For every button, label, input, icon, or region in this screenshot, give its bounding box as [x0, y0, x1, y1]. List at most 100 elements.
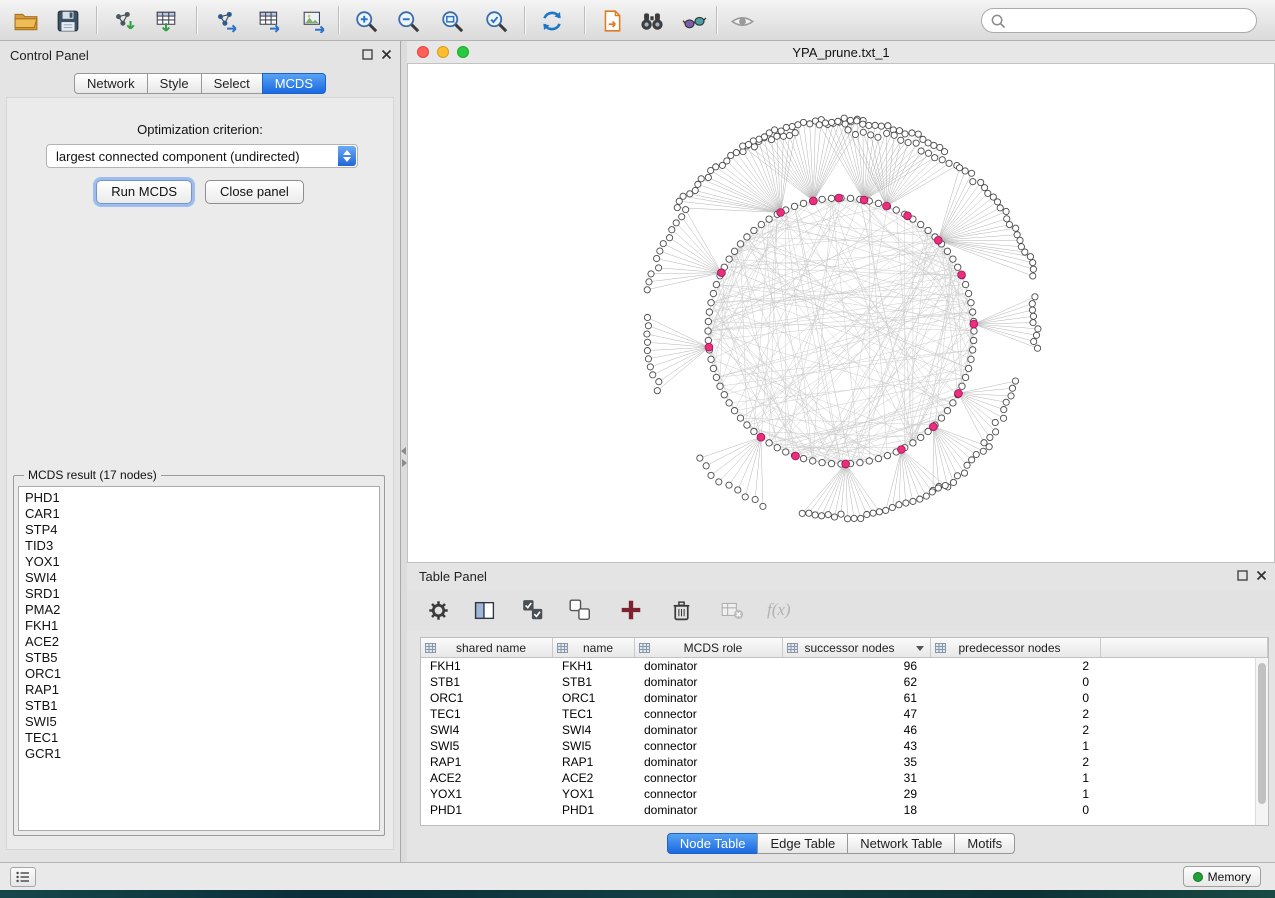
- memory-label: Memory: [1208, 870, 1251, 884]
- function-builder-button fx-icon: f(x): [767, 600, 791, 620]
- toolbar-separator: [196, 6, 197, 34]
- select-all-button checked-boxes-icon[interactable]: [521, 598, 545, 622]
- zoom-selected-button[interactable]: [482, 7, 510, 35]
- table-row[interactable]: PHD1PHD1dominator180: [421, 802, 1268, 818]
- mcds-result-item[interactable]: STB5: [25, 650, 379, 666]
- status-menu-button[interactable]: [10, 867, 36, 887]
- mcds-result-item[interactable]: PMA2: [25, 602, 379, 618]
- zoom-out-button[interactable]: [394, 7, 422, 35]
- table-row[interactable]: ACE2ACE2connector311: [421, 770, 1268, 786]
- table-settings-button gear-icon[interactable]: [427, 599, 450, 622]
- mcds-result-item[interactable]: ACE2: [25, 634, 379, 650]
- mcds-result-item[interactable]: TEC1: [25, 730, 379, 746]
- network-nodes[interactable]: [644, 115, 1041, 522]
- table-cell: ORC1: [553, 690, 635, 706]
- table-cell: SWI4: [421, 722, 553, 738]
- mcds-result-list[interactable]: PHD1CAR1STP4TID3YOX1SWI4SRD1PMA2FKH1ACE2…: [18, 486, 380, 831]
- export-network-button[interactable]: [212, 7, 240, 35]
- run-mcds-button[interactable]: Run MCDS: [96, 180, 192, 204]
- table-row[interactable]: FKH1FKH1dominator962: [421, 658, 1268, 674]
- save-session-button[interactable]: [54, 7, 82, 35]
- mcds-result-item[interactable]: YOX1: [25, 554, 379, 570]
- mcds-result-item[interactable]: CAR1: [25, 506, 379, 522]
- sort-caret-icon[interactable]: [916, 646, 924, 651]
- scrollbar-thumb[interactable]: [1258, 663, 1266, 804]
- table-panel-title: Table Panel: [419, 569, 487, 584]
- new-network-from-selection-button[interactable]: [598, 7, 626, 35]
- zoom-fit-button[interactable]: [438, 7, 466, 35]
- table-cell: 2: [931, 658, 1101, 674]
- optimization-dropdown[interactable]: largest connected component (undirected): [46, 144, 358, 168]
- mcds-result-item[interactable]: GCR1: [25, 746, 379, 762]
- table-row[interactable]: RAP1RAP1dominator352: [421, 754, 1268, 770]
- search-input[interactable]: [1011, 13, 1248, 28]
- search-icon: [990, 13, 1006, 29]
- tab-motifs[interactable]: Motifs: [954, 833, 1015, 854]
- table-row[interactable]: STB1STB1dominator620: [421, 674, 1268, 690]
- export-image-button[interactable]: [300, 7, 328, 35]
- mcds-result-item[interactable]: FKH1: [25, 618, 379, 634]
- mcds-result-item[interactable]: TID3: [25, 538, 379, 554]
- table-cell: 0: [931, 690, 1101, 706]
- table-cell: STB1: [553, 674, 635, 690]
- table-row[interactable]: YOX1YOX1connector291: [421, 786, 1268, 802]
- mcds-result-item[interactable]: SRD1: [25, 586, 379, 602]
- column-header-successor-nodes[interactable]: successor nodes: [783, 638, 931, 658]
- tab-mcds[interactable]: MCDS: [262, 73, 326, 94]
- filters-button[interactable]: [680, 7, 708, 35]
- create-column-button plus-icon[interactable]: [619, 598, 643, 622]
- table-row[interactable]: SWI5SWI5connector431: [421, 738, 1268, 754]
- close-panel-icon[interactable]: [381, 49, 392, 60]
- show-hide-button[interactable]: [728, 7, 756, 35]
- collapse-left-icon[interactable]: [401, 447, 406, 455]
- toolbar-separator: [338, 6, 339, 34]
- tab-select[interactable]: Select: [201, 73, 263, 94]
- deselect-all-button unchecked-boxes-icon[interactable]: [568, 598, 592, 622]
- float-panel-icon[interactable]: [1237, 570, 1248, 581]
- mcds-result-item[interactable]: STP4: [25, 522, 379, 538]
- find-button[interactable]: [638, 7, 666, 35]
- show-hide-columns-button columns-icon[interactable]: [473, 599, 496, 622]
- table-cell: 29: [783, 786, 931, 802]
- table-cell: PHD1: [553, 802, 635, 818]
- table-cell-filler: [1101, 658, 1268, 674]
- mcds-result-item[interactable]: ORC1: [25, 666, 379, 682]
- apply-layout-button[interactable]: [538, 7, 566, 35]
- table-cell: dominator: [635, 674, 783, 690]
- open-session-button[interactable]: [12, 7, 40, 35]
- search-box[interactable]: [981, 8, 1257, 33]
- tab-network-table[interactable]: Network Table: [847, 833, 955, 854]
- network-graph[interactable]: [408, 64, 1274, 562]
- network-canvas[interactable]: [407, 63, 1275, 563]
- import-network-button[interactable]: [110, 7, 138, 35]
- table-scrollbar[interactable]: [1255, 658, 1268, 825]
- zoom-in-button[interactable]: [352, 7, 380, 35]
- tab-style[interactable]: Style: [147, 73, 202, 94]
- table-cell: dominator: [635, 754, 783, 770]
- column-header-name[interactable]: name: [553, 638, 635, 658]
- float-panel-icon[interactable]: [362, 49, 373, 60]
- table-row[interactable]: SWI4SWI4dominator462: [421, 722, 1268, 738]
- delete-columns-button trash-icon[interactable]: [670, 599, 693, 622]
- mcds-result-item[interactable]: RAP1: [25, 682, 379, 698]
- table-cell: 35: [783, 754, 931, 770]
- mcds-result-item[interactable]: SWI5: [25, 714, 379, 730]
- close-panel-icon[interactable]: [1256, 570, 1267, 581]
- tab-edge-table[interactable]: Edge Table: [757, 833, 848, 854]
- network-title: YPA_prune.txt_1: [407, 45, 1275, 60]
- tab-network[interactable]: Network: [74, 73, 148, 94]
- close-panel-button[interactable]: Close panel: [205, 180, 304, 204]
- memory-button[interactable]: Memory: [1183, 866, 1261, 887]
- mcds-result-item[interactable]: SWI4: [25, 570, 379, 586]
- export-table-button[interactable]: [256, 7, 284, 35]
- table-cell: 0: [931, 802, 1101, 818]
- column-header-predecessor-nodes[interactable]: predecessor nodes: [931, 638, 1101, 658]
- tab-node-table[interactable]: Node Table: [667, 833, 759, 854]
- table-row[interactable]: ORC1ORC1dominator610: [421, 690, 1268, 706]
- table-row[interactable]: TEC1TEC1connector472: [421, 706, 1268, 722]
- mcds-result-item[interactable]: PHD1: [25, 490, 379, 506]
- import-table-button[interactable]: [152, 7, 180, 35]
- column-header-shared-name[interactable]: shared name: [421, 638, 553, 658]
- mcds-result-item[interactable]: STB1: [25, 698, 379, 714]
- column-header-mcds-role[interactable]: MCDS role: [635, 638, 783, 658]
